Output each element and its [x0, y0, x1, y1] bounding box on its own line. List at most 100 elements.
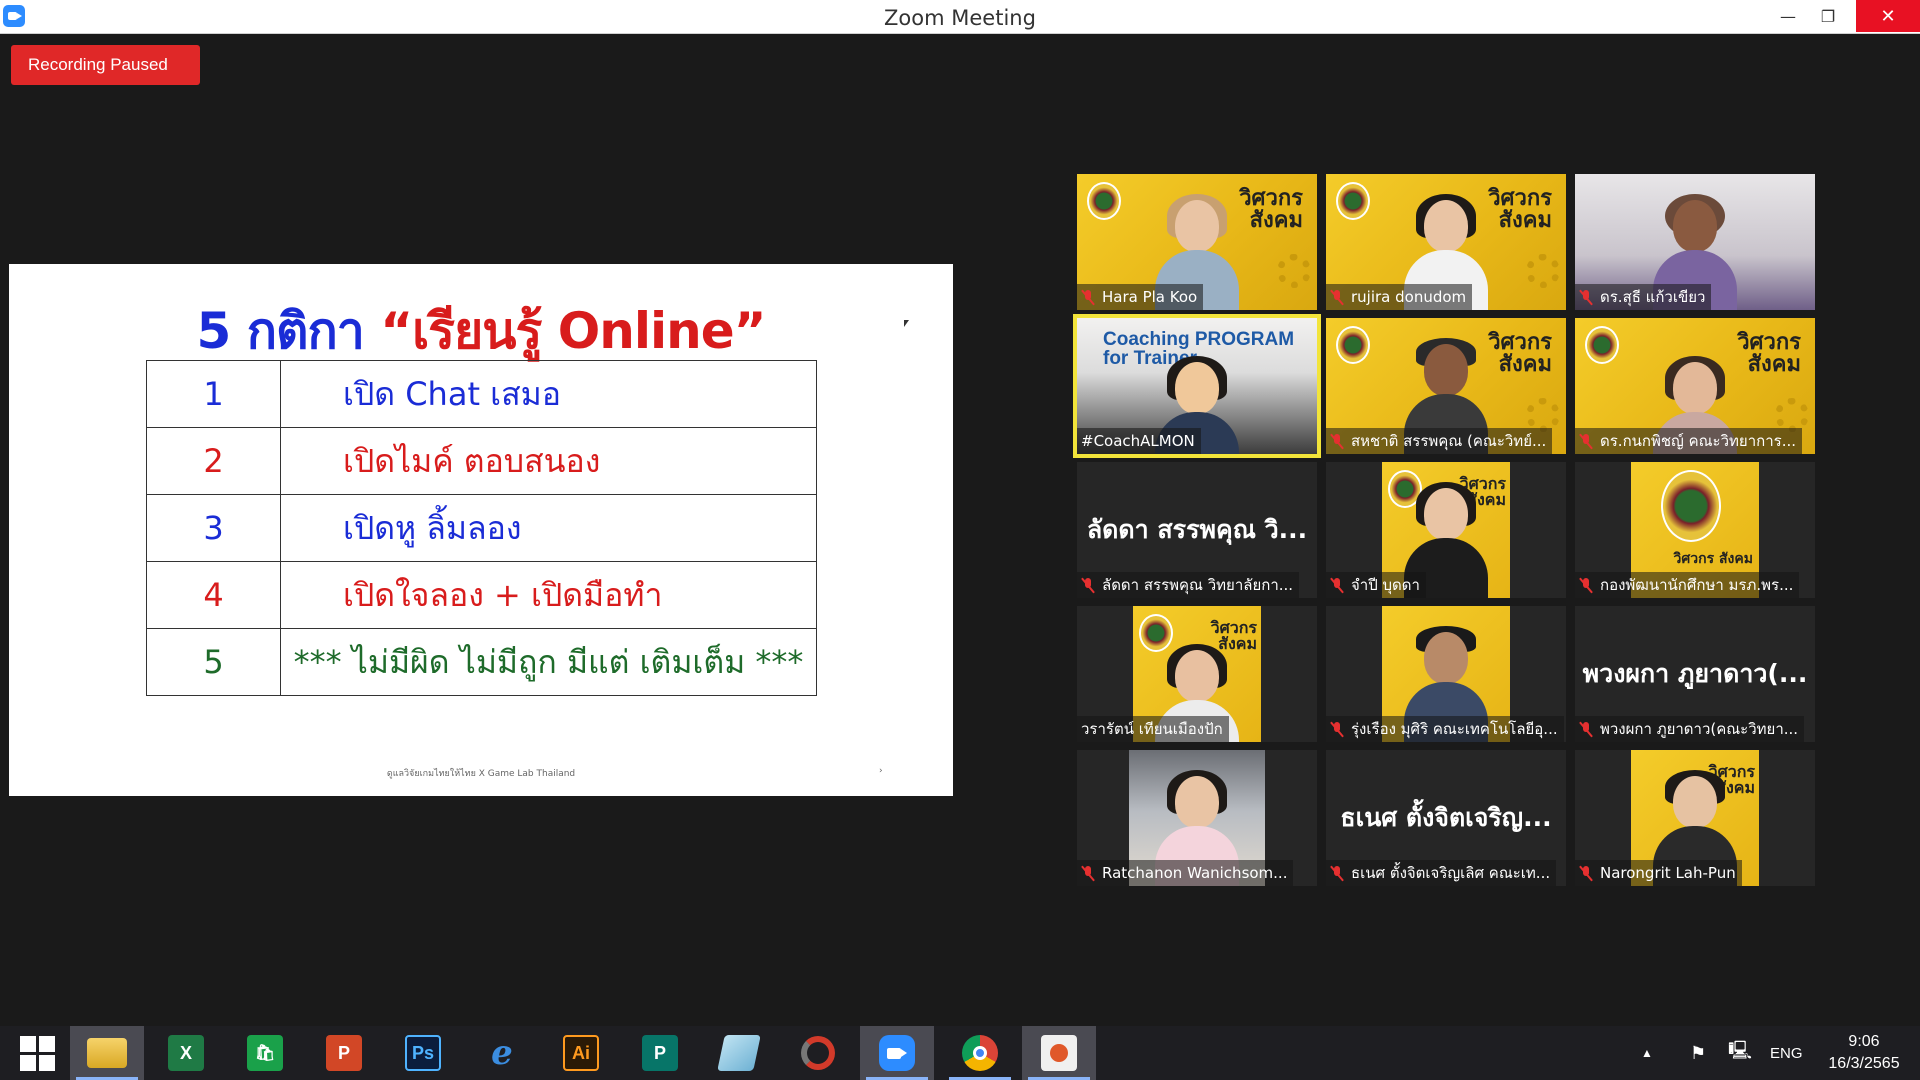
mic-muted-icon [1330, 433, 1344, 449]
close-button[interactable]: ✕ [1856, 0, 1920, 32]
notes-icon [717, 1035, 761, 1071]
window-title: Zoom Meeting [884, 6, 1036, 30]
slide-title-quoted: “เรียนรู้ Online” [380, 302, 766, 360]
taskbar-publisher[interactable]: P [623, 1026, 697, 1080]
taskbar-internet-explorer[interactable]: e [465, 1026, 539, 1080]
rule-text: เปิดไมค์ ตอบสนอง [280, 427, 817, 495]
gear-icon [1526, 398, 1560, 432]
mic-muted-icon [1579, 289, 1593, 305]
gear-icon [1526, 254, 1560, 288]
participant-tile[interactable]: ธเนศ ตั้งจิตเจริญ... ธเนศ ตั้งจิตเจริญเล… [1326, 750, 1566, 886]
slide-footer: ดูแลวิจัยเกมไทยให้ไทย X Game Lab Thailan… [386, 769, 576, 779]
taskbar-photoscape[interactable] [781, 1026, 855, 1080]
illustrator-icon: Ai [563, 1035, 599, 1071]
action-center-flag-icon[interactable]: ⚑ [1690, 1026, 1706, 1080]
participant-tile[interactable]: วิศวกร สังคม วรารัตน์ เทียนเมืองปัก [1077, 606, 1317, 742]
participant-tile[interactable]: วิศวกร สังคม กองพัฒนานักศึกษา มรภ.พร... [1575, 462, 1815, 598]
university-seal-icon [1661, 470, 1721, 542]
taskbar-notes[interactable] [702, 1026, 776, 1080]
table-row: 3 เปิดหู ลิ้มลอง [146, 494, 817, 562]
system-clock[interactable]: 9:06 16/3/2565 [1814, 1031, 1914, 1075]
rule-number: 1 [146, 360, 281, 428]
gear-icon [1277, 254, 1311, 288]
taskbar-file-explorer[interactable] [70, 1026, 144, 1080]
start-button[interactable] [0, 1026, 74, 1080]
rule-number: 5 [146, 628, 281, 696]
taskbar-excel[interactable]: X [149, 1026, 223, 1080]
show-hidden-icons-button[interactable]: ▲ [1641, 1026, 1653, 1080]
taskbar-store[interactable]: 🛍 [228, 1026, 302, 1080]
participant-tile[interactable]: วิศวกร สังคม rujira donudom [1326, 174, 1566, 310]
table-row: 5 *** ไม่มีผิด ไม่มีถูก มีแต่ เติมเต็ม *… [146, 628, 817, 696]
taskbar-chrome[interactable] [943, 1026, 1017, 1080]
participant-display-name: ธเนศ ตั้งจิตเจริญ... [1340, 803, 1552, 832]
taskbar-illustrator[interactable]: Ai [544, 1026, 618, 1080]
mouse-cursor-icon [904, 320, 909, 327]
participant-display-name: พวงผกา ภูยาดาว(... [1582, 659, 1808, 688]
folder-icon [87, 1038, 127, 1068]
store-icon: 🛍 [247, 1035, 283, 1071]
participant-tile[interactable]: พวงผกา ภูยาดาว(... พวงผกา ภูยาดาว(คณะวิท… [1575, 606, 1815, 742]
zoom-icon [879, 1035, 915, 1071]
mic-muted-icon [1330, 577, 1344, 593]
participant-name-label: ดร.กนกพิชญ์ คณะวิทยาการ... [1575, 428, 1802, 454]
participant-tile[interactable]: ลัดดา สรรพคุณ วิ... ลัดดา สรรพคุณ วิทยาล… [1077, 462, 1317, 598]
photoshop-icon: Ps [405, 1035, 441, 1071]
participant-name-label: วรารัตน์ เทียนเมืองปัก [1077, 716, 1229, 742]
publisher-icon: P [642, 1035, 678, 1071]
brand-logo: วิศวกร สังคม [1673, 551, 1753, 567]
participant-name-label: รุ่งเรือง มุศิริ คณะเทคโนโลยีอุ... [1326, 716, 1564, 742]
taskbar-photoshop[interactable]: Ps [386, 1026, 460, 1080]
university-seal-icon [1087, 182, 1121, 220]
table-row: 1 เปิด Chat เสมอ [146, 360, 817, 428]
network-icon[interactable]: 🖳 [1728, 1026, 1752, 1080]
taskbar-powerpoint[interactable]: P [307, 1026, 381, 1080]
taskbar-presentation[interactable] [1022, 1026, 1096, 1080]
photoscape-icon [801, 1036, 835, 1070]
presentation-icon [1041, 1035, 1077, 1071]
participant-tile[interactable]: ดร.สุธี แก้วเขียว [1575, 174, 1815, 310]
rule-text: เปิดหู ลิ้มลอง [280, 494, 817, 562]
meeting-area: Recording Paused 5 กติกา “เรียนรู้ Onlin… [0, 34, 1920, 1026]
slide-page-indicator: › [879, 766, 883, 776]
mic-muted-icon [1579, 721, 1593, 737]
university-seal-icon [1585, 326, 1619, 364]
participant-tile-active-speaker[interactable]: Coaching PROGRAM for Trainer #CoachALMON [1073, 314, 1321, 458]
mic-muted-icon [1330, 289, 1344, 305]
participant-tile[interactable]: วิศวกร สังคม ดร.กนกพิชญ์ คณะวิทยาการ... [1575, 318, 1815, 454]
mic-muted-icon [1081, 289, 1095, 305]
recording-status-badge[interactable]: Recording Paused [11, 45, 200, 85]
participant-name-label: จำปี บุดดา [1326, 572, 1426, 598]
rules-table: 1 เปิด Chat เสมอ 2 เปิดไมค์ ตอบสนอง 3 เป… [146, 360, 817, 696]
slide-title-number: 5 กติกา [196, 302, 381, 360]
mic-muted-icon [1330, 721, 1344, 737]
mic-muted-icon [1081, 865, 1095, 881]
participant-tile[interactable]: วิศวกร สังคม สหชาติ สรรพคุณ (คณะวิทย์... [1326, 318, 1566, 454]
windows-logo-icon [19, 1035, 55, 1071]
university-seal-icon [1336, 326, 1370, 364]
input-language-indicator[interactable]: ENG [1770, 1026, 1803, 1080]
participant-name-label: พวงผกา ภูยาดาว(คณะวิทยา... [1575, 716, 1805, 742]
participant-name-label: Hara Pla Koo [1077, 284, 1204, 310]
rule-text: *** ไม่มีผิด ไม่มีถูก มีแต่ เติมเต็ม *** [280, 628, 817, 696]
participant-tile[interactable]: วิศวกร สังคม Hara Pla Koo [1077, 174, 1317, 310]
shared-screen-slide: 5 กติกา “เรียนรู้ Online” 1 เปิด Chat เส… [9, 264, 953, 796]
participant-tile[interactable]: Ratchanon Wanichsom... [1077, 750, 1317, 886]
participant-name-label: Narongrit Lah-Pun [1575, 860, 1742, 886]
taskbar-zoom[interactable] [860, 1026, 934, 1080]
chevron-up-icon: ▲ [1641, 1046, 1653, 1060]
restore-button[interactable]: ❐ [1802, 0, 1854, 32]
rule-number: 3 [146, 494, 281, 562]
rule-text: เปิด Chat เสมอ [280, 360, 817, 428]
mic-muted-icon [1579, 433, 1593, 449]
participant-tile[interactable]: วิศวกร สังคม จำปี บุดดา [1326, 462, 1566, 598]
clock-date: 16/3/2565 [1828, 1055, 1900, 1072]
gear-icon [1775, 398, 1809, 432]
participant-name-label: rujira donudom [1326, 284, 1473, 310]
window-titlebar: Zoom Meeting — ❐ ✕ [0, 0, 1920, 34]
participant-tile[interactable]: รุ่งเรือง มุศิริ คณะเทคโนโลยีอุ... [1326, 606, 1566, 742]
university-seal-icon [1336, 182, 1370, 220]
participant-tile[interactable]: วิศวกร สังคม Narongrit Lah-Pun [1575, 750, 1815, 886]
rule-number: 4 [146, 561, 281, 629]
mic-muted-icon [1579, 865, 1593, 881]
